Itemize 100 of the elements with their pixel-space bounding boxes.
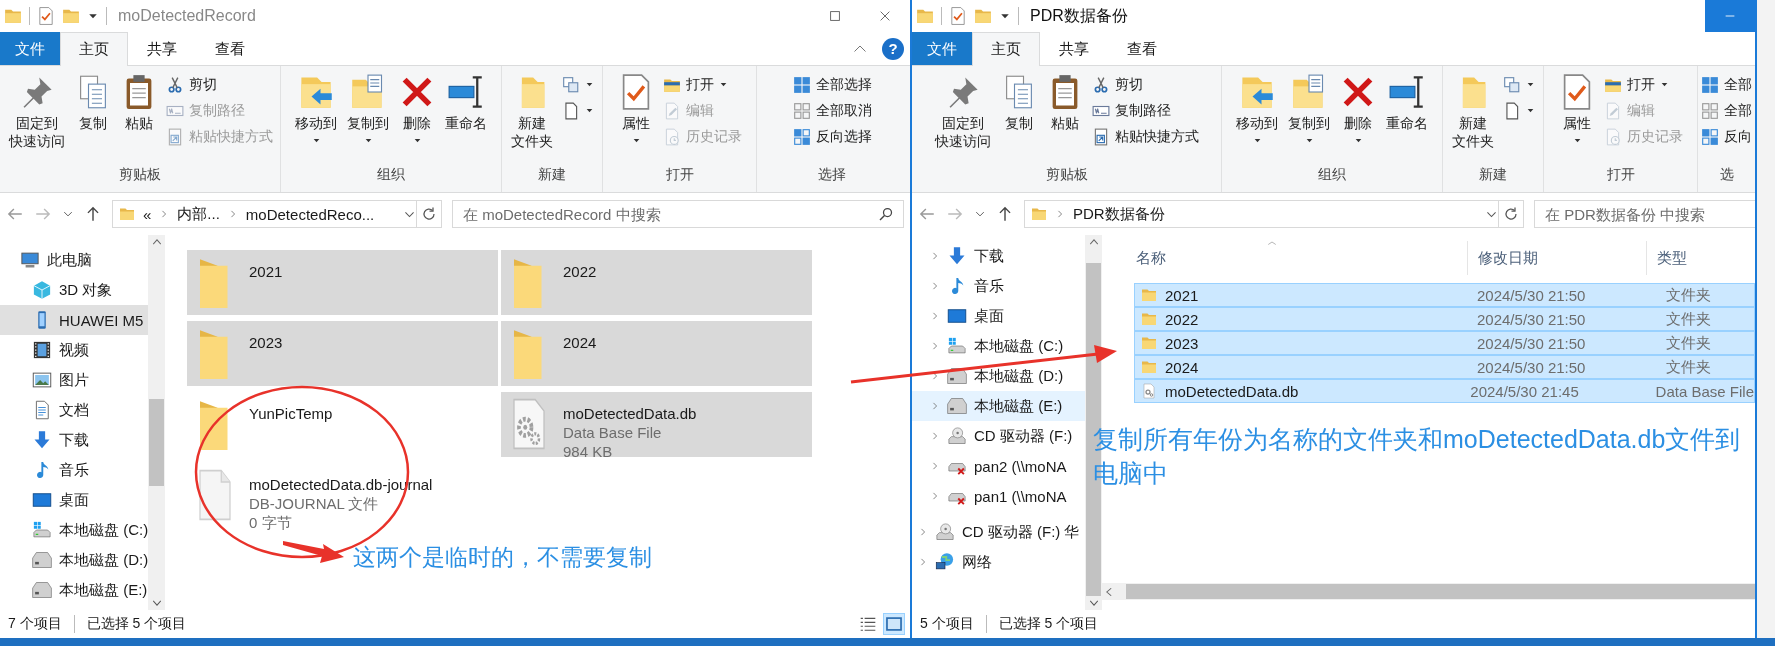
expand-chevron-icon[interactable] — [930, 311, 940, 321]
ribbon-button[interactable]: 新建 文件夹 — [1447, 72, 1499, 166]
ribbon-button[interactable]: 打开 — [1600, 72, 1687, 97]
expand-chevron-icon[interactable] — [930, 281, 940, 291]
scroll-thumb[interactable] — [1126, 584, 1755, 599]
ribbon-tab[interactable]: 查看 — [196, 32, 264, 65]
nav-item[interactable]: 网络 — [912, 547, 1085, 577]
nav-item[interactable]: 下载 — [0, 425, 148, 455]
nav-item[interactable]: 下载 — [912, 241, 1085, 271]
nav-item[interactable]: 本地磁盘 (E:) — [912, 391, 1085, 421]
checkmark-document-icon[interactable] — [949, 7, 967, 25]
ribbon-tab[interactable]: 主页 — [60, 32, 128, 66]
ribbon-button[interactable]: 重命名 — [1381, 72, 1433, 166]
breadcrumb[interactable]: 内部... — [177, 204, 220, 224]
nav-item[interactable]: 本地磁盘 (D:) — [912, 361, 1085, 391]
breadcrumb-overflow[interactable]: « — [143, 205, 152, 223]
nav-item[interactable]: pan1 (\\moNA — [912, 481, 1085, 511]
expand-chevron-icon[interactable] — [930, 341, 940, 351]
folder-icon[interactable] — [4, 7, 22, 25]
expand-chevron-icon[interactable] — [918, 527, 928, 537]
nav-item[interactable]: 桌面 — [0, 485, 148, 515]
nav-item[interactable]: 本地磁盘 (E:) — [0, 575, 148, 605]
nav-item[interactable]: 本地磁盘 (C:) — [0, 515, 148, 545]
nav-item[interactable]: CD 驱动器 (F:) 华 — [912, 517, 1085, 547]
refresh-icon[interactable] — [421, 206, 437, 222]
ribbon-button[interactable]: 属性 — [613, 72, 659, 166]
ribbon-button[interactable]: 反向选择 — [788, 124, 876, 149]
ribbon-button[interactable]: 复制到 — [342, 72, 394, 166]
address-bar[interactable]: « 内部... moDetectedReco... — [112, 200, 442, 228]
scroll-thumb[interactable] — [149, 399, 164, 486]
nav-item[interactable]: 3D 对象 — [0, 275, 148, 305]
column-header[interactable]: 类型 — [1647, 241, 1755, 275]
tiles-view-button[interactable] — [884, 614, 904, 634]
nav-item[interactable]: 此电脑 — [0, 245, 148, 275]
ribbon-button[interactable]: 全部 — [1697, 72, 1755, 97]
refresh-icon[interactable] — [1503, 206, 1519, 222]
file-row[interactable]: 2024 2024/5/30 21:50 文件夹 — [1134, 355, 1755, 379]
search-icon[interactable] — [878, 206, 894, 222]
nav-item[interactable]: 图片 — [0, 365, 148, 395]
ribbon-button[interactable]: 打开 — [659, 72, 746, 97]
ribbon-button[interactable]: 全部选择 — [788, 72, 876, 97]
ribbon-tab[interactable]: 主页 — [972, 32, 1040, 66]
ribbon-button[interactable]: 移动到 — [290, 72, 342, 166]
ribbon-button[interactable]: 剪切 — [161, 72, 277, 97]
ribbon-tab[interactable]: 共享 — [1040, 32, 1108, 65]
file-row[interactable]: 2022 2024/5/30 21:50 文件夹 — [1134, 307, 1755, 331]
ribbon-button[interactable]: 复制 — [69, 72, 116, 166]
ribbon-button[interactable]: 粘贴 — [1042, 72, 1088, 166]
ribbon-button[interactable]: 复制 — [996, 72, 1042, 166]
nav-item[interactable]: CD 驱动器 (F:) — [912, 421, 1085, 451]
file-tile[interactable]: 2022 — [501, 250, 812, 315]
ribbon-button[interactable]: 粘贴 — [115, 72, 162, 166]
help-button[interactable]: ? — [882, 37, 904, 60]
expand-chevron-icon[interactable] — [930, 251, 940, 261]
ribbon-tab[interactable]: 查看 — [1108, 32, 1176, 65]
ribbon-button[interactable]: 反向 — [1697, 124, 1755, 149]
scrollbar[interactable] — [1102, 583, 1755, 600]
breadcrumb[interactable]: PDR数据备份 — [1073, 204, 1165, 224]
folder-icon[interactable] — [916, 7, 934, 25]
nav-item[interactable]: 文档 — [0, 395, 148, 425]
search-field[interactable]: 在 PDR数据备份 中搜索 — [1534, 200, 1755, 228]
file-menu-tab[interactable]: 文件 — [0, 32, 60, 65]
expand-chevron-icon[interactable] — [930, 371, 940, 381]
nav-item[interactable]: 本地磁盘 (D:) — [0, 545, 148, 575]
nav-item[interactable]: HUAWEI M5 — [0, 305, 148, 335]
ribbon-button[interactable]: 删除 — [394, 72, 440, 166]
file-tile[interactable]: 2023 — [187, 321, 498, 386]
file-row[interactable]: moDetectedData.db 2024/5/30 21:45 Data Base File — [1134, 379, 1755, 403]
folder-icon[interactable] — [974, 7, 992, 25]
address-bar[interactable]: PDR数据备份 — [1024, 200, 1524, 228]
nav-item[interactable]: 视频 — [0, 335, 148, 365]
ribbon-button[interactable]: 新建 文件夹 — [506, 72, 558, 166]
file-tile[interactable]: 2024 — [501, 321, 812, 386]
file-row[interactable]: 2021 2024/5/30 21:50 文件夹 — [1134, 283, 1755, 307]
column-header[interactable]: 名称 — [1126, 241, 1468, 275]
scrollbar[interactable] — [148, 235, 165, 610]
ribbon-button[interactable]: 剪切 — [1088, 72, 1203, 97]
nav-item[interactable]: 桌面 — [912, 301, 1085, 331]
nav-item[interactable]: 音乐 — [912, 271, 1085, 301]
expand-chevron-icon[interactable] — [930, 401, 940, 411]
ribbon-button[interactable]: 移动到 — [1231, 72, 1283, 166]
ribbon-button[interactable]: 复制路径 — [1088, 98, 1203, 123]
folder-icon[interactable] — [62, 7, 80, 25]
file-tile[interactable]: 2021 — [187, 250, 498, 315]
ribbon-button[interactable]: 全部取消 — [788, 98, 876, 123]
nav-item[interactable]: 音乐 — [0, 455, 148, 485]
checkmark-document-icon[interactable] — [37, 7, 55, 25]
file-row[interactable]: 2023 2024/5/30 21:50 文件夹 — [1134, 331, 1755, 355]
ribbon-button[interactable]: 属性 — [1554, 72, 1600, 166]
file-menu-tab[interactable]: 文件 — [912, 32, 972, 65]
ribbon-button[interactable]: 重命名 — [440, 72, 492, 166]
expand-chevron-icon[interactable] — [918, 557, 928, 567]
expand-chevron-icon[interactable] — [930, 461, 940, 471]
nav-item[interactable]: 本地磁盘 (C:) — [912, 331, 1085, 361]
expand-chevron-icon[interactable] — [930, 491, 940, 501]
ribbon-button[interactable]: 全部 — [1697, 98, 1755, 123]
ribbon-tab[interactable]: 共享 — [128, 32, 196, 65]
ribbon-button[interactable]: 粘贴快捷方式 — [1088, 124, 1203, 149]
search-field[interactable]: 在 moDetectedRecord 中搜索 — [452, 200, 904, 228]
breadcrumb[interactable]: moDetectedReco... — [245, 205, 375, 223]
